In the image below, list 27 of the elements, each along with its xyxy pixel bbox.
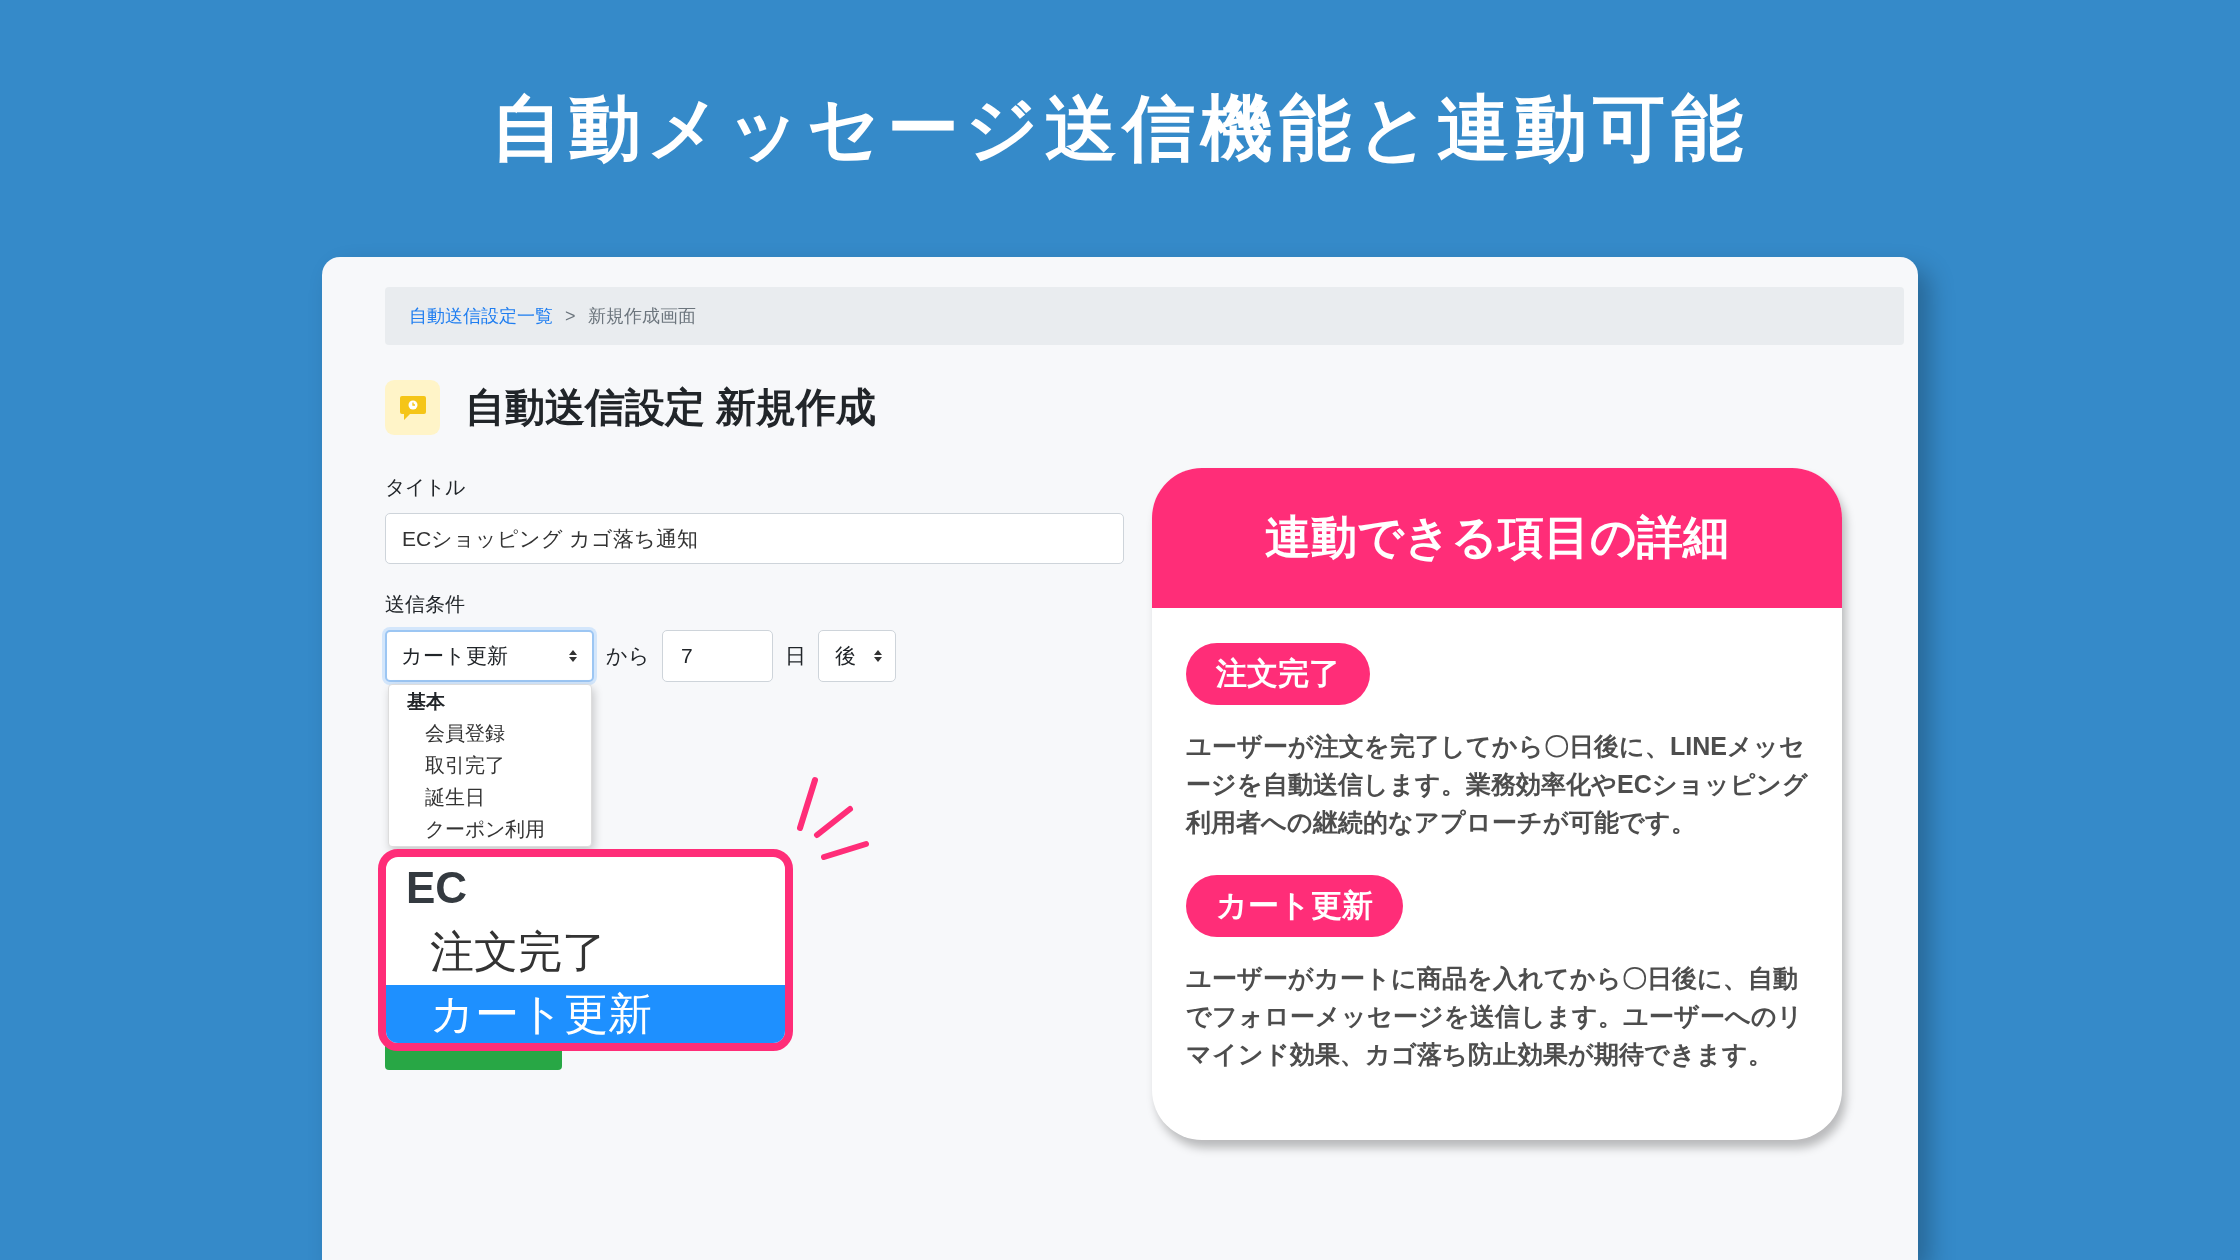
day-unit-label: 日 bbox=[785, 643, 806, 669]
option-group-label: EC bbox=[405, 862, 469, 914]
option-group-label: 基本 bbox=[406, 690, 446, 714]
item-tag: カート更新 bbox=[1186, 875, 1403, 937]
panel-title: 連動できる項目の詳細 bbox=[1265, 510, 1729, 565]
field-label: タイトル bbox=[385, 475, 466, 500]
timing-select[interactable]: 後 bbox=[818, 630, 896, 682]
item-description: ユーザーが注文を完了してから〇日後に、LINEメッセージを自動送信します。業務効率化やECショッピング利用者への継続的なアプローチが可能です。 bbox=[1186, 731, 1808, 838]
field-label: 送信条件 bbox=[385, 592, 466, 617]
title-input-field[interactable]: ECショッピング カゴ落ち通知 bbox=[385, 513, 1124, 564]
dropdown-option[interactable]: 注文完了 bbox=[386, 919, 785, 985]
from-label: から bbox=[606, 643, 650, 669]
headline: 自動メッセージ送信機能と連動可能 bbox=[491, 86, 1749, 170]
days-input-field[interactable]: 7 bbox=[662, 630, 773, 682]
item-description: ユーザーがカートに商品を入れてから〇日後に、自動でフォローメッセージを送信します。ユーザーへのリマインド効果、カゴ落ち防止効果が期待できます。 bbox=[1186, 963, 1804, 1070]
dropdown-option[interactable]: 誕生日 bbox=[389, 781, 591, 813]
updown-arrow-icon bbox=[568, 649, 578, 663]
breadcrumb-separator: > bbox=[565, 305, 576, 327]
item-tag: 注文完了 bbox=[1186, 643, 1370, 705]
updown-arrow-icon bbox=[873, 649, 883, 663]
dropdown-option[interactable]: 取引完了 bbox=[389, 749, 591, 781]
breadcrumb-current: 新規作成画面 bbox=[587, 305, 696, 328]
page-title: 自動送信設定 新規作成 bbox=[465, 384, 877, 431]
event-select[interactable]: カート更新 bbox=[385, 630, 594, 682]
chat-bubble-icon bbox=[385, 380, 440, 435]
dropdown-option[interactable]: クーポン利用 bbox=[389, 813, 591, 845]
dropdown-option[interactable]: 会員登録 bbox=[389, 717, 591, 749]
